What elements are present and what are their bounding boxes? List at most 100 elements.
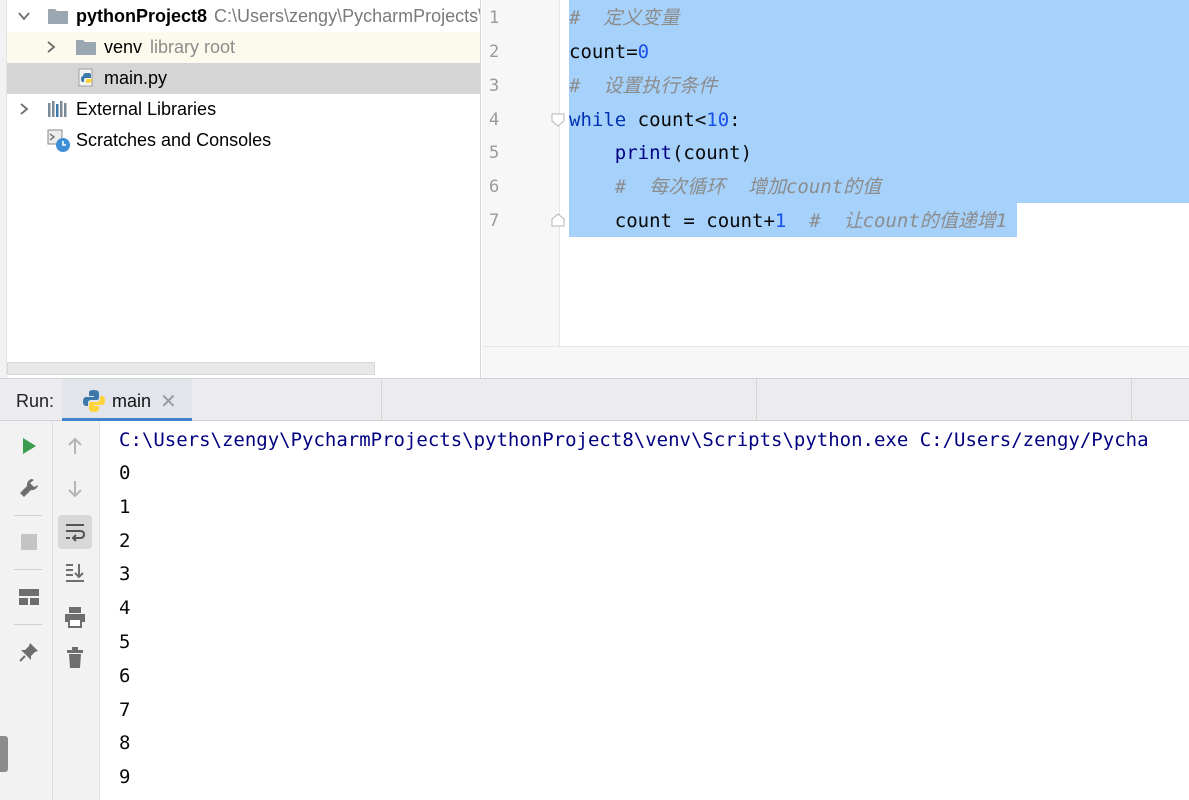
fold-end-marker-icon[interactable]	[550, 212, 566, 228]
stop-icon[interactable]	[12, 525, 46, 559]
tree-item-scratches[interactable]: Scratches and Consoles	[7, 125, 480, 156]
code-text: count<	[626, 109, 707, 131]
code-number: 0	[637, 41, 650, 63]
console-command-line: C:\Users\zengy\PycharmProjects\pythonPro…	[119, 429, 1149, 451]
vertical-scrollbar-thumb[interactable]	[0, 736, 8, 772]
layout-icon[interactable]	[12, 580, 46, 614]
line-number: 4	[489, 110, 500, 130]
code-gap	[786, 210, 809, 232]
toolbar-divider	[52, 421, 53, 800]
fold-marker-icon[interactable]	[550, 112, 566, 128]
line-number: 7	[489, 211, 500, 231]
project-path: C:\Users\zengy\PycharmProjects\	[214, 6, 480, 26]
code-line-7: count = count+1 # 让count的值递增1	[569, 204, 1007, 238]
code-line-1: # 定义变量	[569, 1, 679, 35]
editor-gutter: 1 2 3 4 5 6 7	[482, 0, 565, 346]
code-comment: # 设置执行条件	[569, 75, 718, 97]
code-editor[interactable]: 1 2 3 4 5 6 7 # 定义变量 count=0 # 设置执行条件 wh…	[482, 0, 1189, 378]
code-comment: # 每次循环 增加count的值	[614, 176, 882, 198]
run-console[interactable]: C:\Users\zengy\PycharmProjects\pythonPro…	[101, 421, 1189, 800]
console-output-line: 8	[119, 732, 131, 754]
python-icon	[82, 389, 106, 418]
line-number: 6	[489, 177, 500, 197]
horizontal-scrollbar[interactable]	[7, 362, 375, 375]
chevron-down-icon[interactable]	[17, 9, 31, 23]
console-output-line: 1	[119, 496, 131, 518]
tree-item-project-root[interactable]: pythonProject8 C:\Users\zengy\PycharmProj…	[7, 1, 480, 32]
code-function: print	[614, 142, 672, 164]
console-output-line: 4	[119, 597, 131, 619]
tree-item-main-py[interactable]: main.py	[7, 63, 480, 94]
scroll-to-end-icon[interactable]	[58, 556, 92, 590]
chevron-right-icon[interactable]	[17, 102, 31, 116]
print-icon[interactable]	[58, 600, 92, 634]
code-op: =	[626, 41, 638, 63]
panel-edge	[0, 0, 7, 378]
code-line-4: while count<10:	[569, 103, 741, 137]
console-output-line: 3	[119, 563, 131, 585]
project-name: pythonProject8	[76, 6, 208, 26]
tree-item-venv[interactable]: venv library root	[7, 32, 480, 63]
console-output-line: 6	[119, 665, 131, 687]
code-line-5: print(count)	[569, 136, 752, 170]
run-tab-label: main	[112, 391, 152, 411]
run-tool-window-header: Run: main ✕	[0, 378, 1189, 421]
main-py-label: main.py	[104, 68, 168, 88]
wrench-icon[interactable]	[12, 471, 46, 505]
code-var: count	[569, 41, 627, 63]
code-comment: # 让count的值递增1	[809, 210, 1008, 232]
toolbar-separator	[14, 515, 42, 516]
chevron-right-icon[interactable]	[44, 40, 58, 54]
python-file-icon	[77, 68, 99, 87]
code-text: count = count+	[614, 210, 775, 232]
run-toolbar	[0, 421, 100, 800]
code-area[interactable]: # 定义变量 count=0 # 设置执行条件 while count<10: …	[569, 0, 1189, 346]
editor-breadcrumb-bar	[482, 346, 1189, 378]
code-line-2: count=0	[569, 35, 649, 69]
console-output-line: 2	[119, 530, 131, 552]
code-text: (count)	[671, 142, 753, 164]
scratches-label: Scratches and Consoles	[76, 130, 272, 150]
line-number: 2	[489, 42, 500, 62]
code-line-3: # 设置执行条件	[569, 69, 717, 103]
toolbar-separator	[14, 569, 42, 570]
header-divider	[381, 379, 382, 421]
arrow-down-icon[interactable]	[58, 472, 92, 506]
run-label: Run:	[16, 391, 55, 411]
folder-icon	[75, 38, 97, 56]
venv-name: venv	[104, 37, 143, 57]
line-number: 1	[489, 8, 500, 28]
run-tab-main[interactable]: main ✕	[62, 379, 192, 421]
close-icon[interactable]: ✕	[160, 389, 177, 414]
console-output-line: 5	[119, 631, 131, 653]
library-icon	[47, 100, 69, 118]
trash-icon[interactable]	[58, 641, 92, 675]
arrow-up-icon[interactable]	[58, 429, 92, 463]
line-number: 5	[489, 143, 500, 163]
header-divider	[756, 379, 757, 421]
pin-icon[interactable]	[12, 635, 46, 669]
folder-icon	[47, 7, 69, 25]
tree-item-external-libraries[interactable]: External Libraries	[7, 94, 480, 125]
header-divider	[1131, 379, 1132, 421]
project-tree-panel: pythonProject8 C:\Users\zengy\PycharmProj…	[0, 0, 481, 378]
run-icon[interactable]	[12, 429, 46, 463]
external-libraries-label: External Libraries	[76, 99, 217, 119]
code-text: :	[729, 109, 741, 131]
scratches-icon	[47, 129, 70, 152]
console-output-line: 9	[119, 766, 131, 788]
code-keyword: while	[569, 109, 627, 131]
venv-note: library root	[150, 37, 236, 57]
soft-wrap-icon[interactable]	[58, 515, 92, 549]
code-number: 10	[706, 109, 730, 131]
line-number: 3	[489, 76, 500, 96]
project-label: pythonProject8 C:\Users\zengy\PycharmProj…	[76, 6, 480, 27]
console-output-line: 0	[119, 462, 131, 484]
code-number: 1	[774, 210, 787, 232]
code-line-6: # 每次循环 增加count的值	[569, 170, 881, 204]
toolbar-separator	[14, 624, 42, 625]
code-comment: # 定义变量	[569, 7, 680, 29]
